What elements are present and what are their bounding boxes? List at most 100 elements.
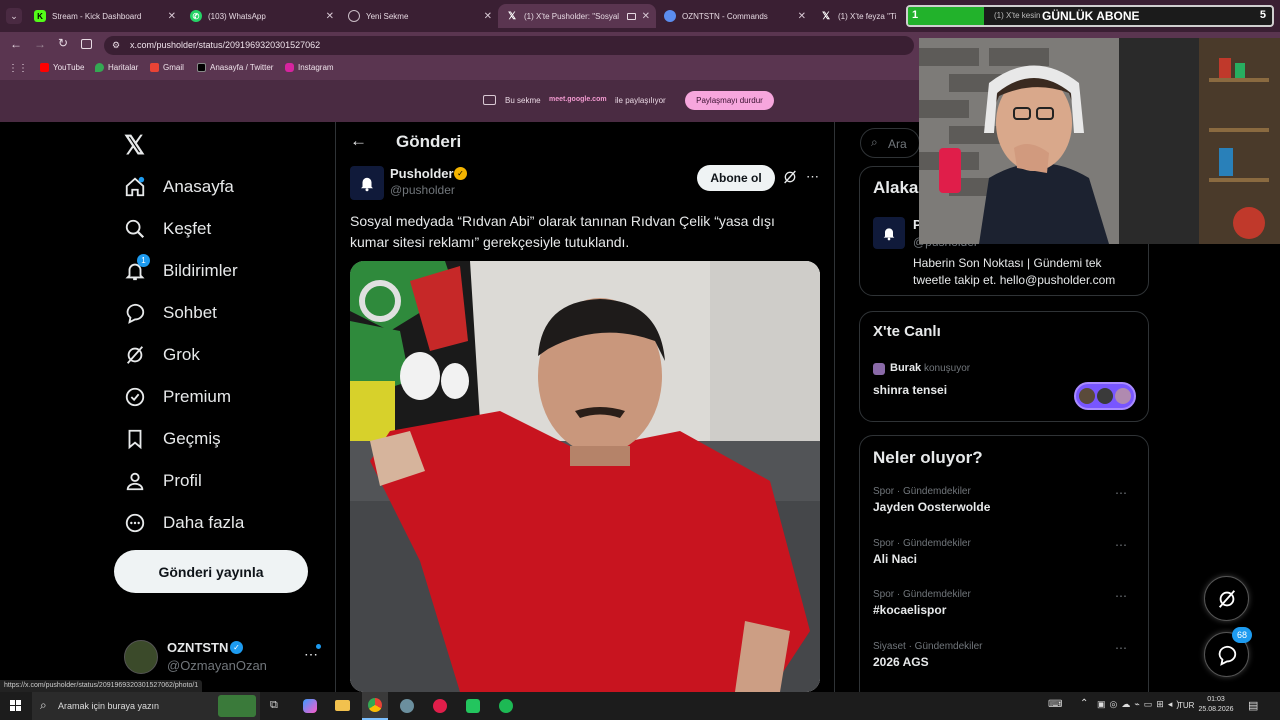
more-icon[interactable]: ⋯ — [806, 169, 819, 185]
trend-item[interactable]: Siyaset · Gündemdekiler 2026 AGS ⋯ — [873, 641, 1143, 669]
author-avatar[interactable] — [350, 166, 384, 200]
task-view-icon[interactable]: ⧉ — [270, 699, 278, 712]
grok-float-button[interactable] — [1204, 576, 1249, 621]
streaming-app-icon[interactable] — [466, 699, 480, 713]
bookmark-gmail[interactable]: Gmail — [150, 63, 184, 72]
tray-chevron-icon[interactable]: ⌃ — [1080, 698, 1088, 709]
nav-history[interactable]: Geçmiş — [124, 428, 221, 450]
file-explorer-icon[interactable] — [335, 700, 350, 711]
spotify-icon[interactable] — [499, 699, 513, 713]
back-icon[interactable]: ← — [10, 37, 22, 51]
forward-icon[interactable]: → — [34, 37, 46, 51]
more-icon[interactable]: ⋯ — [1115, 486, 1127, 500]
close-tab-icon[interactable]: ✕ — [326, 11, 334, 22]
more-icon[interactable]: ⋯ — [304, 646, 318, 663]
tab-new-tab[interactable]: Yeni Sekme ✕ — [340, 4, 498, 28]
account-switcher[interactable]: OZNTSTN ✓ @OzmayanOzan ⋯ — [124, 638, 324, 678]
bookmark-label: YouTube — [53, 63, 85, 72]
bookmark-label: Anasayfa / Twitter — [210, 63, 274, 72]
record-app-icon[interactable] — [433, 699, 447, 713]
author-avatar[interactable] — [873, 217, 905, 249]
close-tab-icon[interactable]: ✕ — [168, 11, 176, 22]
post-button[interactable]: Gönderi yayınla — [114, 550, 308, 593]
tab-list-dropdown-icon[interactable]: ⌄ — [6, 8, 22, 24]
author-name[interactable]: Pusholder — [390, 166, 454, 181]
keyboard-icon[interactable]: ⌨ — [1048, 699, 1062, 710]
chat-bubble-icon — [124, 302, 146, 324]
account-name: OZNTSTN — [167, 640, 229, 655]
chrome-icon[interactable] — [362, 692, 388, 720]
trend-category: Spor · Gündemdekiler — [873, 486, 971, 497]
bookmark-label: Haritalar — [108, 63, 139, 72]
goal-label: GÜNLÜK ABONE — [1042, 9, 1140, 23]
more-icon[interactable]: ⋯ — [1115, 538, 1127, 552]
tray-icons[interactable]: ▣◎☁⌁▭⊞◂) — [1097, 699, 1183, 710]
message-icon — [1218, 645, 1236, 666]
address-bar[interactable]: ⚙ x.com/pusholder/status/209196932030152… — [104, 36, 914, 55]
post-image[interactable] — [350, 261, 820, 692]
live-listeners[interactable] — [1074, 382, 1136, 410]
whatsapp-icon: ✆ — [190, 10, 202, 22]
nav-explore[interactable]: Keşfet — [124, 218, 211, 240]
nav-chat[interactable]: Sohbet — [124, 302, 217, 324]
tab-feyza[interactable]: 𝕏 (1) X'te feyza "Ti — [812, 4, 920, 28]
bookmark-instagram[interactable]: Instagram — [285, 63, 334, 72]
share-suffix: ile paylaşılıyor — [615, 96, 666, 105]
bio-line: tweetle takip et. hello@pusholder.com — [913, 273, 1116, 287]
taskbar-search[interactable]: ⌕ Aramak için buraya yazın — [32, 692, 260, 720]
nav-label: Daha fazla — [163, 513, 245, 532]
more-icon[interactable]: ⋯ — [1115, 589, 1127, 603]
side-panel-icon[interactable] — [81, 39, 92, 49]
site-info-icon[interactable]: ⚙ — [112, 36, 120, 55]
bookmark-maps[interactable]: Haritalar — [95, 63, 138, 72]
author-handle[interactable]: @pusholder — [390, 183, 455, 197]
back-arrow-icon[interactable]: ← — [350, 131, 367, 151]
card-title: X'te Canlı — [873, 323, 941, 340]
windows-start-icon[interactable] — [10, 700, 21, 711]
nav-profile[interactable]: Profil — [124, 470, 202, 492]
avatar — [1097, 388, 1113, 404]
tab-ozntstn-commands[interactable]: OZNTSTN - Commands ✕ — [656, 4, 812, 28]
nav-home[interactable]: Anasayfa — [124, 176, 234, 198]
tab-pusholder-post[interactable]: 𝕏 (1) X'te Pusholder: "Sosyal ✕ — [498, 4, 656, 28]
clock[interactable]: 01:03 25.08.2026 — [1196, 695, 1236, 715]
tab-kick-dashboard[interactable]: K Stream - Kick Dashboard ✕ — [26, 4, 182, 28]
tab-whatsapp[interactable]: ✆ (103) WhatsApp ✕ — [182, 4, 340, 28]
app-icon[interactable] — [400, 699, 414, 713]
nav-premium[interactable]: Premium — [124, 386, 231, 408]
trend-item[interactable]: Spor · Gündemdekiler Ali Naci ⋯ — [873, 538, 1143, 566]
bookmark-youtube[interactable]: YouTube — [40, 63, 84, 72]
more-icon[interactable]: ⋯ — [1115, 641, 1127, 655]
chrome-icon — [348, 10, 360, 22]
nav-more[interactable]: Daha fazla — [124, 512, 244, 534]
reload-icon[interactable]: ↻ — [58, 36, 68, 50]
grok-icon[interactable] — [782, 169, 798, 190]
messages-float-button[interactable]: 68 — [1204, 627, 1252, 677]
trend-category: Spor · Gündemdekiler — [873, 589, 971, 600]
stop-sharing-button[interactable]: Paylaşmayı durdur — [685, 91, 774, 110]
tab-label: (103) WhatsApp — [208, 11, 266, 21]
close-tab-icon[interactable]: ✕ — [798, 11, 806, 22]
search-highlight-icon — [218, 695, 256, 717]
copilot-icon[interactable] — [303, 699, 317, 713]
apps-grid-icon[interactable]: ⋮⋮ — [8, 63, 28, 74]
live-status: konuşuyor — [924, 363, 971, 374]
x-logo-icon: 𝕏 — [507, 10, 517, 22]
nav-notifications[interactable]: 1 Bildirimler — [124, 254, 238, 282]
notification-center-icon[interactable]: ▤ — [1248, 699, 1258, 712]
follow-button[interactable]: Abone ol — [697, 165, 775, 191]
kick-icon: K — [34, 10, 46, 22]
trend-category: Siyaset · Gündemdekiler — [873, 641, 983, 652]
nav-grok[interactable]: Grok — [124, 344, 200, 366]
x-logo-icon[interactable]: 𝕏 — [124, 130, 145, 161]
trend-item[interactable]: Spor · Gündemdekiler #kocaelispor ⋯ — [873, 589, 1143, 617]
close-tab-icon[interactable]: ✕ — [642, 11, 650, 22]
youtube-icon — [40, 63, 49, 72]
trend-item[interactable]: Spor · Gündemdekiler Jayden Oosterwolde … — [873, 486, 1143, 514]
language-indicator[interactable]: TUR — [1178, 701, 1194, 710]
live-topic[interactable]: shinra tensei — [873, 383, 947, 397]
bookmark-twitter[interactable]: Anasayfa / Twitter — [197, 63, 273, 72]
tab-label: Yeni Sekme — [366, 11, 409, 21]
close-tab-icon[interactable]: ✕ — [484, 11, 492, 22]
search-box[interactable]: ⌕ Ara — [860, 128, 920, 158]
